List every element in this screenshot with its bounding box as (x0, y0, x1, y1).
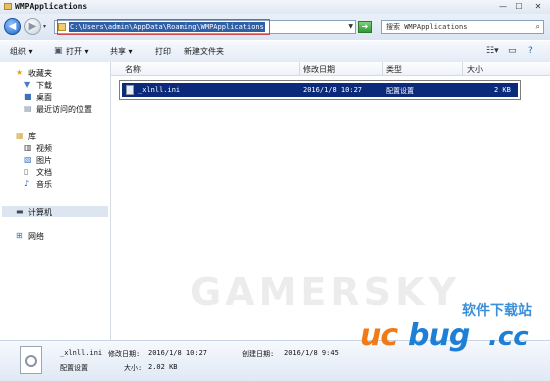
search-icon[interactable]: ⌕ (536, 22, 540, 32)
nav-videos[interactable]: 视频 (36, 143, 52, 154)
nav-computer[interactable]: 计算机 (28, 207, 52, 218)
recent-places-icon: ▤ (24, 104, 32, 113)
libraries-icon: ▦ (16, 131, 24, 140)
search-input[interactable]: 搜索 WMPApplications ⌕ (381, 20, 544, 34)
maximize-button[interactable]: ☐ (512, 2, 526, 12)
nav-documents[interactable]: 文档 (36, 167, 52, 178)
view-options-icon[interactable]: ☷▾ (486, 46, 499, 56)
table-row[interactable]: _xlnll.ini 2016/1/8 10:27 配置设置 2 KB (122, 83, 518, 97)
refresh-button[interactable]: ➜ (358, 21, 372, 33)
ini-file-icon (126, 85, 134, 95)
details-created-value: 2016/1/8 9:45 (284, 349, 339, 357)
details-size-value: 2.02 KB (148, 363, 178, 371)
details-modified-label: 修改日期: (108, 350, 141, 358)
preview-pane-icon[interactable]: ▭ (508, 46, 517, 56)
column-modified[interactable]: 修改日期 (303, 64, 335, 75)
music-icon: ♪ (24, 179, 30, 188)
forward-button[interactable]: ▶ (24, 18, 41, 35)
new-folder-button[interactable]: 新建文件夹 (184, 46, 224, 57)
computer-icon: ▬ (16, 207, 24, 216)
column-headers: 名称 修改日期 类型 大小 (111, 62, 550, 76)
download-folder-icon: ▼ (24, 80, 31, 89)
nav-network[interactable]: 网络 (28, 231, 44, 242)
network-icon: ⊞ (16, 231, 23, 240)
command-bar: 组织 ▾ ▣ 打开 ▾ 共享 ▾ 打印 新建文件夹 ☷▾ ▭ ? (0, 40, 550, 63)
site-logo-text: 软件下载站 (462, 303, 532, 319)
nav-libraries[interactable]: 库 (28, 131, 36, 142)
details-created-label: 创建日期: (242, 350, 275, 358)
column-size[interactable]: 大小 (467, 64, 483, 75)
file-type: 配置设置 (386, 87, 414, 95)
watermark-text: GAMERSKY (190, 270, 460, 314)
site-logo-cc: .cc (488, 322, 529, 352)
folder-icon (4, 3, 12, 10)
nav-favorites[interactable]: 收藏夹 (28, 68, 52, 79)
nav-pictures[interactable]: 图片 (36, 155, 52, 166)
details-size-label: 大小: (124, 364, 143, 372)
video-icon: ▥ (24, 143, 32, 152)
help-icon[interactable]: ? (528, 46, 533, 56)
chevron-down-icon[interactable]: ▼ (348, 23, 353, 30)
column-divider[interactable] (462, 62, 463, 75)
document-icon: ▯ (24, 167, 29, 176)
share-button[interactable]: 共享 ▾ (110, 46, 133, 57)
file-name: _xlnll.ini (138, 86, 181, 94)
print-button[interactable]: 打印 (155, 46, 171, 57)
file-modified: 2016/1/8 10:27 (303, 86, 363, 94)
column-name[interactable]: 名称 (125, 64, 141, 75)
details-type: 配置设置 (60, 364, 88, 372)
site-logo-bug: bug (408, 318, 470, 353)
highlight-annotation (57, 19, 270, 35)
ini-file-icon (20, 346, 42, 374)
file-size: 2 KB (494, 86, 511, 94)
nav-recent-places[interactable]: 最近访问的位置 (36, 104, 92, 115)
site-logo-uc: uc (360, 318, 398, 353)
history-dropdown-icon[interactable]: ▾ (43, 23, 46, 30)
nav-desktop[interactable]: 桌面 (36, 92, 52, 103)
open-button[interactable]: 打开 ▾ (66, 46, 89, 57)
organize-button[interactable]: 组织 ▾ (10, 46, 33, 57)
details-modified-value: 2016/1/8 10:27 (148, 349, 208, 357)
minimize-button[interactable]: — (496, 2, 510, 12)
picture-icon: ▧ (24, 155, 32, 164)
close-button[interactable]: ✕ (530, 2, 546, 12)
title-bar: WMPApplications — ☐ ✕ (0, 0, 550, 15)
column-type[interactable]: 类型 (386, 64, 402, 75)
star-icon: ★ (16, 68, 24, 77)
nav-music[interactable]: 音乐 (36, 179, 52, 190)
desktop-icon: ■ (24, 92, 32, 101)
column-divider[interactable] (299, 62, 300, 75)
column-divider[interactable] (382, 62, 383, 75)
search-placeholder: 搜索 WMPApplications (386, 23, 468, 31)
window-title: WMPApplications (15, 2, 88, 11)
details-filename: _xlnll.ini (60, 349, 103, 357)
back-button[interactable]: ◀ (4, 18, 21, 35)
explorer-window: WMPApplications — ☐ ✕ ◀ ▶ ▾ C:\Users\adm… (0, 0, 550, 381)
navigation-pane: ★ 收藏夹 ▼ 下载 ■ 桌面 ▤ 最近访问的位置 ▦ 库 ▥ 视频 ▧ 图片 … (0, 62, 111, 340)
open-icon: ▣ (54, 46, 63, 56)
nav-downloads[interactable]: 下载 (36, 80, 52, 91)
